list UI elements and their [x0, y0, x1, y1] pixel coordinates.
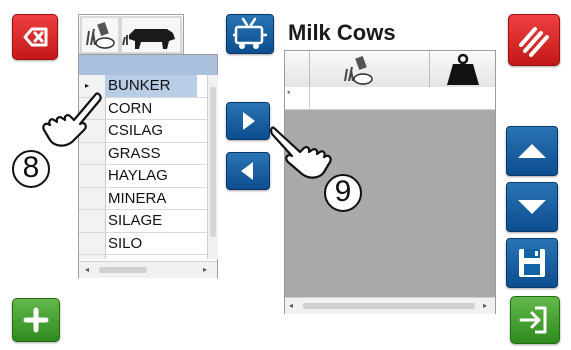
list-item-label: MINERA: [108, 189, 167, 207]
callout-marker-9: 9: [324, 174, 362, 212]
list-item[interactable]: SILAGE: [79, 210, 207, 233]
backspace-icon: [23, 27, 48, 47]
move-up-button[interactable]: [506, 126, 558, 176]
callout-marker-8: 8: [12, 150, 50, 188]
delete-button[interactable]: [12, 14, 58, 60]
add-to-mix-button[interactable]: [226, 102, 270, 140]
save-icon: [519, 249, 545, 277]
feed-ingredient-icon: [344, 55, 373, 85]
clear-all-icon: [519, 27, 549, 57]
list-item-label: CSILAG: [108, 122, 164, 139]
move-down-button[interactable]: [506, 182, 558, 232]
arrow-down-icon: [518, 200, 546, 214]
pointing-hand-icon: [42, 92, 102, 147]
next-button[interactable]: [510, 296, 560, 344]
list-item-label: CORN: [108, 99, 153, 117]
plus-icon: [23, 307, 49, 333]
feed-mixer-badge: [226, 14, 274, 54]
list-item-label: SILO: [108, 234, 143, 252]
cow-icon: [120, 16, 182, 54]
grid-horizontal-scrollbar[interactable]: ◂ ▸: [285, 297, 495, 314]
arrow-right-icon: [243, 112, 255, 130]
arrow-left-icon: [241, 162, 253, 180]
list-column-header: [79, 55, 217, 75]
list-item-label: HAYLAG: [108, 167, 168, 184]
list-item-label: GRASS: [108, 144, 161, 162]
pointing-hand-icon: [270, 126, 332, 179]
feed-mixer-icon: [233, 17, 267, 49]
save-button[interactable]: [506, 238, 558, 288]
remove-from-mix-button[interactable]: [226, 152, 270, 190]
weight-icon: [447, 53, 479, 85]
list-vertical-scrollbar[interactable]: [207, 75, 218, 259]
arrow-up-icon: [518, 144, 546, 158]
list-item-label: BUNKER: [105, 75, 197, 97]
grid-header: [285, 51, 495, 88]
list-item[interactable]: HAYLAG: [79, 165, 207, 188]
list-item-label: SILAGE: [108, 212, 163, 229]
next-icon: [519, 306, 547, 334]
list-item[interactable]: SILO: [79, 233, 207, 255]
grid-new-row[interactable]: *: [285, 87, 495, 110]
ingredient-list-header: [78, 14, 184, 55]
page-title: Milk Cows: [288, 20, 396, 45]
list-horizontal-scrollbar[interactable]: ◂ ▸: [79, 261, 217, 278]
ingredient-list[interactable]: ▸ BUNKER CORN CSILAG GRASS HAYLAG MINERA SILAG…: [78, 54, 218, 278]
clear-all-button[interactable]: [508, 14, 560, 66]
list-item[interactable]: MINERA: [79, 188, 207, 210]
add-button[interactable]: [12, 298, 60, 342]
feed-ingredient-icon: [80, 16, 120, 54]
